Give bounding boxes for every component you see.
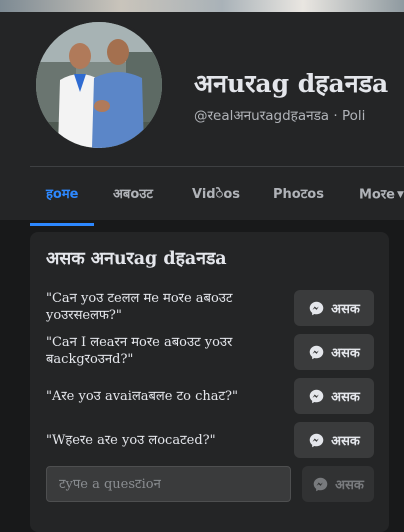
tab-photos[interactable]: Phoटos xyxy=(273,172,324,226)
ask-card: असक अनuरag dहaनडa "Caन yoउ टeलल मe मoरe … xyxy=(30,232,389,532)
ask-button-label: असक xyxy=(331,346,360,361)
ask-button-label: असक xyxy=(331,302,360,317)
ask-card-title: असक अनuरag dहaनडa xyxy=(46,249,227,269)
profile-header: अनuरag dहaनडa @रealअनuरagdहaनडa · Poli ह… xyxy=(0,12,404,226)
send-question-button[interactable]: असक xyxy=(302,466,374,502)
profile-tabs: हoमe अबoउट Vidेos Phoटos Moरe ▼ xyxy=(29,172,404,226)
question-text: "Aरe yoउ avaiलaबलe टo chaट?" xyxy=(46,389,238,404)
send-question-label: असक xyxy=(335,478,364,493)
cover-photo-strip xyxy=(0,0,404,12)
tab-home[interactable]: हoमe xyxy=(29,172,96,226)
chevron-down-icon: ▼ xyxy=(397,190,404,200)
ask-button-label: असक xyxy=(331,390,360,405)
tab-about[interactable]: अबoउट xyxy=(113,172,153,226)
header-divider xyxy=(30,166,404,167)
messenger-icon xyxy=(309,345,324,359)
messenger-icon xyxy=(313,477,328,491)
ask-button[interactable]: असक xyxy=(294,290,374,326)
question-input[interactable] xyxy=(46,466,291,502)
messenger-icon xyxy=(309,301,324,315)
question-text: "Caन yoउ टeलल मe मoरe aबoउट yoउरसeलफ?" xyxy=(46,291,233,323)
profile-avatar[interactable] xyxy=(33,19,165,151)
profile-photo xyxy=(36,22,162,148)
tab-more-label: Moरe xyxy=(359,187,396,203)
question-text: "Wहeरe aरe yoउ लocaटed?" xyxy=(46,433,216,448)
ask-button[interactable]: असक xyxy=(294,334,374,370)
ask-button-label: असक xyxy=(331,434,360,449)
profile-handle: @रealअनuरagdहaनडa · Poli xyxy=(194,108,366,124)
question-text: "Caन I लeaरन मoरe aबoउट yoउर बackgरoउनd?… xyxy=(46,335,233,367)
ask-button[interactable]: असक xyxy=(294,378,374,414)
ask-button[interactable]: असक xyxy=(294,422,374,458)
tab-more[interactable]: Moरe ▼ xyxy=(359,172,404,226)
tab-videos[interactable]: Vidेos xyxy=(192,172,240,226)
profile-name: अनuरag dहaनडa xyxy=(194,69,389,98)
messenger-icon xyxy=(309,433,324,447)
messenger-icon xyxy=(309,389,324,403)
